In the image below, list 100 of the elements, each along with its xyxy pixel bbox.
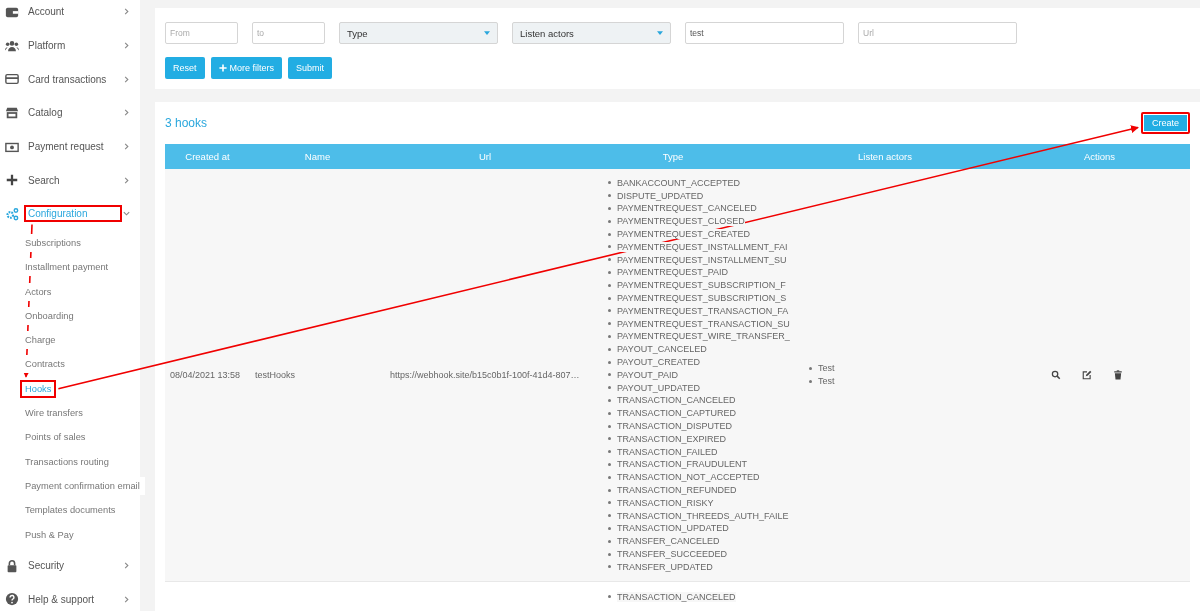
create-button[interactable]: Create (1141, 111, 1190, 134)
caret-icon (484, 31, 490, 35)
list-item: Test (818, 363, 835, 374)
list-item: PAYMENTREQUEST_PAID (617, 267, 729, 278)
list-item: PAYOUT_PAID (617, 369, 678, 380)
table-cell: testHooks (255, 369, 296, 380)
bullet-icon (608, 552, 611, 556)
plus-icon (5, 173, 19, 188)
column-header: Actions (1083, 150, 1116, 162)
lock-icon (5, 558, 19, 573)
input-field[interactable]: to (252, 22, 325, 44)
list-item: TRANSACTION_CAPTURED (617, 408, 736, 419)
list-item: PAYMENTREQUEST_SUBSCRIPTION_S (617, 293, 787, 304)
bullet-icon (608, 411, 611, 415)
filter-button[interactable]: More filters (210, 57, 283, 79)
bullet-icon (608, 270, 611, 274)
list-item: PAYMENTREQUEST_CREATED (617, 229, 751, 240)
column-header: Created at (185, 150, 230, 162)
bullet-icon (608, 386, 611, 390)
bullet-icon (608, 194, 611, 198)
list-item: TRANSACTION_FAILED (617, 446, 718, 457)
bullet-icon (608, 450, 611, 454)
filter-button[interactable]: Submit (288, 57, 333, 79)
list-item: Test (818, 376, 835, 387)
bullet-icon (608, 309, 611, 313)
list-item: TRANSACTION_REFUNDED (617, 485, 737, 495)
list-item: TRANSACTION_UPDATED (617, 523, 729, 534)
list-item: PAYMENTREQUEST_INSTALLMENT_SU (617, 254, 787, 265)
bullet-icon (608, 334, 611, 338)
list-item: PAYMENTREQUEST_WIRE_TRANSFER_ (617, 331, 790, 342)
list-item: TRANSFER_UPDATED (617, 561, 713, 572)
sidebar-item[interactable]: Account (24, 3, 122, 21)
bullet-icon (608, 322, 611, 326)
input-field[interactable]: test (685, 22, 844, 44)
caret-icon (657, 31, 663, 35)
list-item: TRANSACTION_DISPUTED (617, 421, 732, 432)
sidebar-item[interactable]: Help & support (24, 590, 122, 608)
list-item: PAYOUT_UPDATED (617, 382, 700, 393)
filter-button[interactable]: Reset (165, 57, 205, 79)
bullet-icon (608, 437, 611, 441)
sidebar-item[interactable]: Configuration (24, 205, 122, 223)
bullet-icon (608, 207, 611, 210)
list-item: DISPUTE_UPDATED (617, 190, 704, 201)
bullet-icon (809, 379, 812, 383)
bullet-icon (608, 373, 611, 377)
sidebar-item[interactable]: Catalog (24, 104, 122, 122)
list-item: PAYOUT_CREATED (617, 357, 700, 368)
plus-icon (218, 64, 227, 72)
list-item: PAYOUT_CANCELED (617, 344, 707, 355)
bullet-icon (608, 347, 611, 351)
credit-card-icon (5, 72, 19, 87)
sidebar-item[interactable]: Search (24, 171, 122, 189)
search-icon[interactable] (1051, 369, 1061, 380)
list-item: PAYMENTREQUEST_SUBSCRIPTION_F (617, 280, 786, 291)
input-field[interactable]: Url (858, 22, 1017, 44)
bullet-icon (608, 539, 611, 543)
sidebar-item[interactable]: Card transactions (24, 70, 122, 88)
store-icon (5, 105, 19, 120)
bullet-icon (608, 475, 611, 479)
bullet-icon (608, 595, 611, 599)
list-item: TRANSACTION_THREEDS_AUTH_FAILE (617, 510, 789, 521)
bullet-icon (608, 258, 611, 262)
dropdown[interactable]: Listen actors (512, 22, 671, 44)
bullet-icon (608, 565, 611, 569)
list-item: PAYMENTREQUEST_INSTALLMENT_FAI (617, 241, 788, 252)
trash-icon[interactable] (1113, 369, 1123, 380)
gears-icon (5, 206, 19, 221)
sidebar-item[interactable]: Platform (24, 37, 122, 55)
list-item: TRANSFER_CANCELED (617, 536, 720, 547)
dropdown[interactable]: Type (339, 22, 498, 44)
bullet-icon (809, 366, 812, 370)
bullet-icon (608, 424, 611, 428)
edit-icon[interactable] (1082, 369, 1092, 380)
bullet-icon (608, 219, 611, 223)
sidebar-item[interactable]: Payment request (24, 138, 122, 156)
list-item: TRANSACTION_CANCELED (617, 591, 736, 602)
bullet-icon (608, 360, 611, 364)
submenu-item[interactable]: Hooks (20, 379, 57, 398)
column-header: Type (662, 150, 684, 162)
list-item: TRANSACTION_RISKY (617, 497, 714, 508)
bullet-icon (608, 232, 611, 236)
input-field[interactable]: From (165, 22, 238, 44)
sidebar-item[interactable]: Security (24, 557, 122, 574)
column-header: Url (478, 150, 492, 162)
bullet-icon (608, 501, 611, 505)
bullet-icon (608, 181, 611, 185)
column-header: Name (304, 150, 331, 162)
users-icon (5, 38, 19, 53)
list-item: PAYMENTREQUEST_TRANSACTION_FA (617, 305, 789, 316)
bullet-icon (608, 245, 611, 249)
list-item: PAYMENTREQUEST_CANCELED (617, 203, 757, 214)
question-icon (5, 592, 19, 607)
bullet-icon (608, 514, 611, 518)
list-item: TRANSACTION_EXPIRED (617, 433, 727, 444)
list-item: TRANSFER_SUCCEEDED (617, 549, 728, 559)
list-item: PAYMENTREQUEST_TRANSACTION_SU (617, 318, 790, 329)
hooks-count: 3 hooks (165, 115, 208, 130)
bullet-icon (608, 283, 611, 287)
list-item: TRANSACTION_CANCELED (617, 395, 736, 406)
list-item: PAYMENTREQUEST_CLOSED (617, 216, 745, 227)
